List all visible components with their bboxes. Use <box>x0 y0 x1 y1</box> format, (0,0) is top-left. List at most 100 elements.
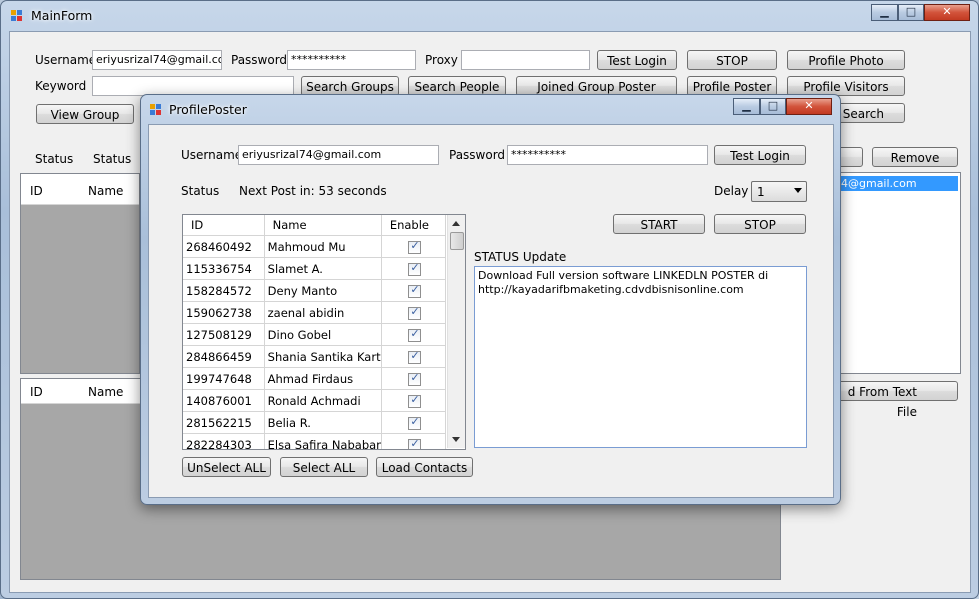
enable-checkbox[interactable] <box>408 371 422 386</box>
table-row[interactable]: 284866459Shania Santika Karta... <box>183 345 447 368</box>
grid-col-name: Name <box>88 385 124 399</box>
profile-photo-poster-button[interactable]: Profile Photo Poster <box>787 50 905 88</box>
grid-col-id: ID <box>30 184 43 198</box>
close-button[interactable]: ✕ <box>786 98 832 115</box>
profile-poster-button[interactable]: Profile Poster <box>687 76 777 96</box>
scroll-up-icon[interactable] <box>452 221 460 226</box>
status-label-1: Status <box>35 152 74 166</box>
contact-id[interactable]: 281562215 <box>183 411 265 434</box>
contact-id[interactable]: 115336754 <box>183 257 265 280</box>
maximize-button[interactable]: □ <box>760 98 786 115</box>
pp-stop-button[interactable]: STOP <box>714 214 806 234</box>
status-update-label: STATUS Update <box>474 250 567 264</box>
table-row[interactable]: 281562215 Belia R. <box>183 411 447 434</box>
status-update-textarea[interactable]: Download Full version software LINKEDLN … <box>474 266 807 448</box>
account-list-item[interactable]: 4@gmail.com <box>839 176 958 191</box>
enable-checkbox[interactable] <box>408 261 422 276</box>
table-row[interactable]: 199747648 Ahmad Firdaus <box>183 367 447 390</box>
close-button[interactable]: ✕ <box>924 4 970 21</box>
contact-name[interactable]: zaenal abidin <box>264 301 382 324</box>
contact-name[interactable]: Ahmad Firdaus <box>264 367 382 390</box>
contact-id[interactable]: 140876001 <box>183 389 265 412</box>
pp-status-label: Status <box>181 184 220 198</box>
scroll-down-icon[interactable] <box>452 437 460 442</box>
contact-name[interactable]: Deny Manto <box>264 279 382 302</box>
contact-enable-cell <box>381 411 447 434</box>
col-enable[interactable]: Enable <box>381 215 447 236</box>
contact-name[interactable]: Dino Gobel <box>264 323 382 346</box>
proxy-field[interactable] <box>461 50 590 70</box>
password-field[interactable]: ********** <box>287 50 416 70</box>
table-row[interactable]: 158284572 Deny Manto <box>183 279 447 302</box>
table-row[interactable]: 140876001 Ronald Achmadi <box>183 389 447 412</box>
app-icon <box>150 104 161 115</box>
enable-checkbox[interactable] <box>408 393 422 408</box>
contacts-table[interactable]: ID Name Enable 268460492Mahmoud Mu115336… <box>182 214 466 450</box>
status-update-text: Download Full version software LINKEDLN … <box>478 269 769 296</box>
joined-group-poster-button[interactable]: Joined Group Poster <box>516 76 677 96</box>
username-label: Username <box>35 53 97 67</box>
table-row[interactable]: 159062738 zaenal abidin <box>183 301 447 324</box>
contact-id[interactable]: 284866459 <box>183 345 265 368</box>
unselect-all-button[interactable]: UnSelect ALL <box>182 457 271 477</box>
pp-username-field[interactable]: eriyusrizal74@gmail.com <box>238 145 439 165</box>
start-button[interactable]: START <box>613 214 705 234</box>
contact-name[interactable]: Slamet A. <box>264 257 382 280</box>
enable-checkbox[interactable] <box>408 349 422 364</box>
enable-checkbox[interactable] <box>408 437 422 449</box>
contact-id[interactable]: 159062738 <box>183 301 265 324</box>
keyword-field[interactable] <box>92 76 294 96</box>
minimize-button[interactable]: ▁ <box>871 4 898 21</box>
minimize-button[interactable]: ▁ <box>733 98 760 115</box>
col-name[interactable]: Name <box>264 215 382 236</box>
pp-test-login-button[interactable]: Test Login <box>714 145 806 165</box>
search-groups-button[interactable]: Search Groups <box>301 76 399 96</box>
table-row[interactable]: 115336754 Slamet A. <box>183 257 447 280</box>
remove-button[interactable]: Remove <box>872 147 958 167</box>
enable-checkbox[interactable] <box>408 239 422 254</box>
search-people-button[interactable]: Search People <box>408 76 506 96</box>
grid-col-name: Name <box>88 184 124 198</box>
accounts-listbox[interactable]: 4@gmail.com <box>828 172 961 374</box>
table-row[interactable]: 282284303 Elsa Safira Nababan <box>183 433 447 449</box>
select-all-button[interactable]: Select ALL <box>280 457 368 477</box>
groups-grid[interactable]: ID Name <box>20 173 140 374</box>
status-label-2: Status <box>93 152 132 166</box>
contact-id[interactable]: 127508129 <box>183 323 265 346</box>
username-field[interactable]: eriyusrizal74@gmail.com <box>92 50 222 70</box>
load-contacts-button[interactable]: Load Contacts <box>376 457 473 477</box>
test-login-button[interactable]: Test Login <box>597 50 677 70</box>
contact-enable-cell <box>381 257 447 280</box>
profile-visitors-button[interactable]: Profile Visitors <box>787 76 905 96</box>
table-row[interactable]: 268460492 Mahmoud Mu <box>183 235 447 258</box>
enable-checkbox[interactable] <box>408 283 422 298</box>
app-icon <box>11 10 22 21</box>
contact-id[interactable]: 199747648 <box>183 367 265 390</box>
maximize-button[interactable]: □ <box>898 4 924 21</box>
contact-enable-cell <box>381 345 447 368</box>
grid-col-id: ID <box>30 385 43 399</box>
vertical-scrollbar[interactable] <box>447 215 465 448</box>
proxy-label: Proxy <box>425 53 458 67</box>
contact-enable-cell <box>381 235 447 258</box>
col-id[interactable]: ID <box>183 215 265 236</box>
table-row[interactable]: 127508129 Dino Gobel <box>183 323 447 346</box>
scrollbar-thumb[interactable] <box>450 232 464 250</box>
contact-name[interactable]: Shania Santika Karta... <box>264 345 382 368</box>
view-group-button[interactable]: View Group <box>36 104 134 124</box>
main-form-title: MainForm <box>31 8 93 23</box>
contact-name[interactable]: Mahmoud Mu <box>264 235 382 258</box>
enable-checkbox[interactable] <box>408 305 422 320</box>
load-from-text-file-button[interactable]: d From Text File <box>823 381 958 419</box>
enable-checkbox[interactable] <box>408 327 422 342</box>
delay-select[interactable]: 1 <box>751 181 807 202</box>
contact-id[interactable]: 282284303 <box>183 433 265 449</box>
stop-button[interactable]: STOP <box>687 50 777 70</box>
contact-name[interactable]: Belia R. <box>264 411 382 434</box>
contact-name[interactable]: Ronald Achmadi <box>264 389 382 412</box>
contact-id[interactable]: 268460492 <box>183 235 265 258</box>
contact-id[interactable]: 158284572 <box>183 279 265 302</box>
enable-checkbox[interactable] <box>408 415 422 430</box>
pp-password-field[interactable]: ********** <box>507 145 708 165</box>
contact-name[interactable]: Elsa Safira Nababan <box>264 433 382 449</box>
